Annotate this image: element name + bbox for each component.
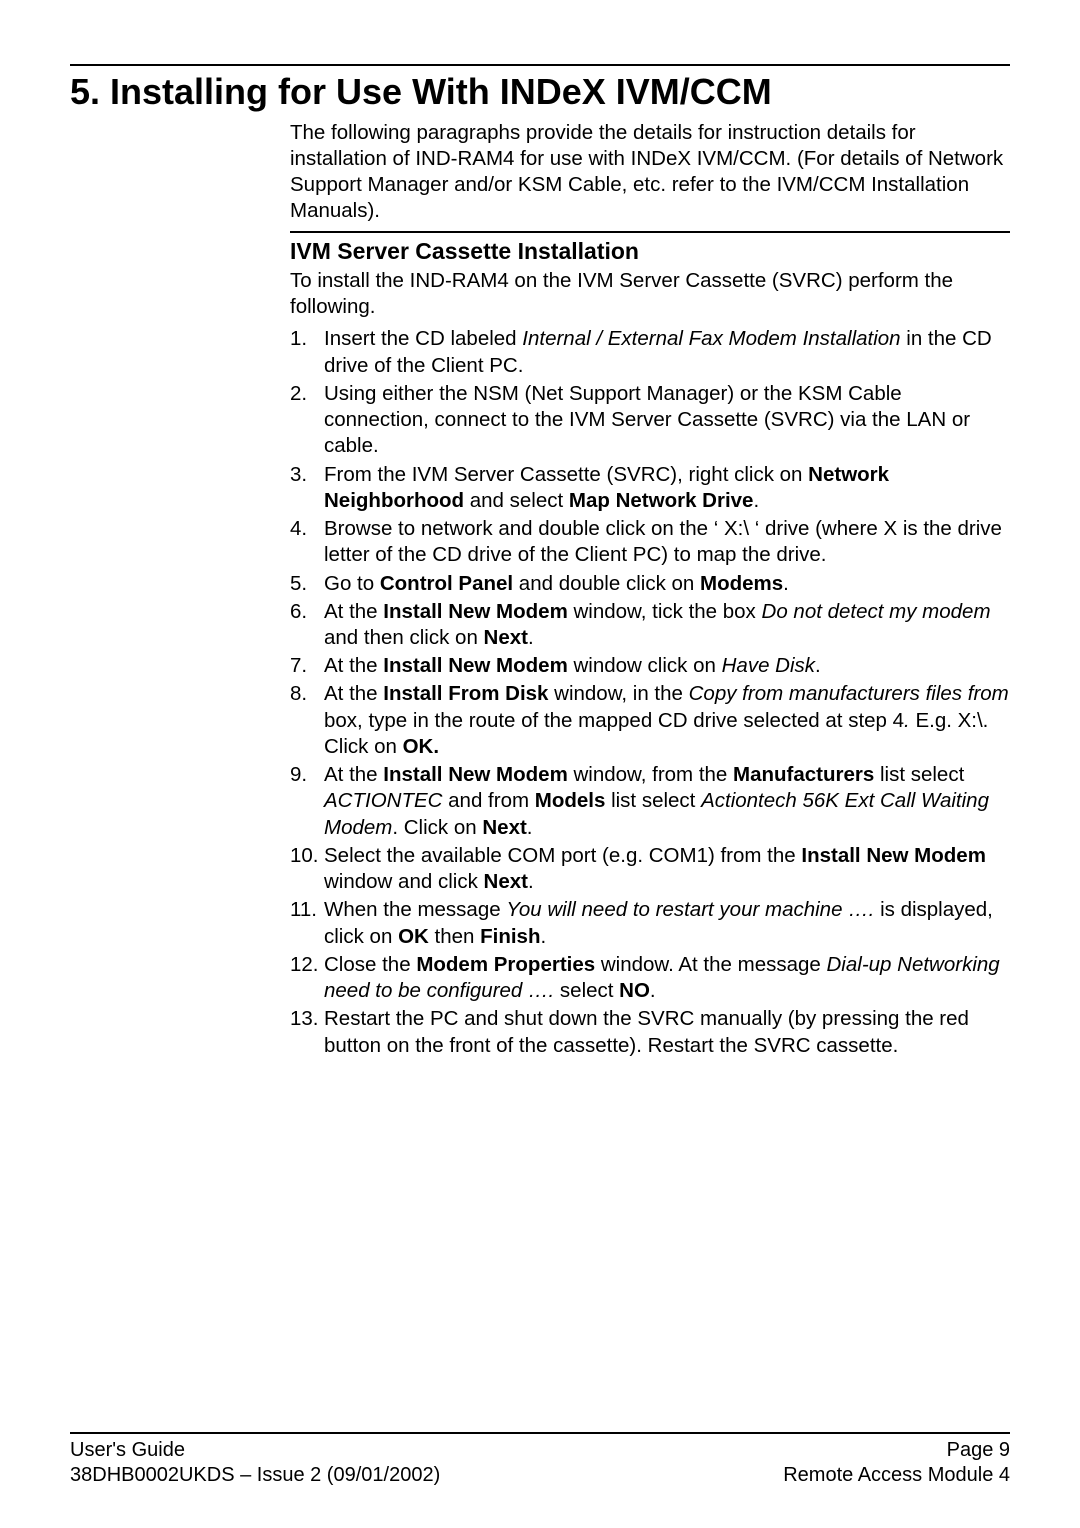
step-body: From the IVM Server Cassette (SVRC), rig… — [324, 462, 1010, 514]
step-item: 12.Close the Modem Properties window. At… — [290, 952, 1010, 1004]
content-area: The following paragraphs provide the det… — [290, 120, 1010, 1059]
step-body: At the Install New Modem window, tick th… — [324, 599, 1010, 651]
step-body: Restart the PC and shut down the SVRC ma… — [324, 1006, 1010, 1058]
step-item: 11.When the message You will need to res… — [290, 897, 1010, 949]
step-item: 5.Go to Control Panel and double click o… — [290, 571, 1010, 597]
step-body: At the Install From Disk window, in the … — [324, 681, 1010, 760]
step-number: 10. — [290, 843, 324, 869]
step-number: 5. — [290, 571, 324, 597]
step-item: 10.Select the available COM port (e.g. C… — [290, 843, 1010, 895]
step-item: 1.Insert the CD labeled Internal / Exter… — [290, 326, 1010, 378]
footer-users-guide: User's Guide — [70, 1438, 440, 1463]
step-number: 3. — [290, 462, 324, 488]
subheading: IVM Server Cassette Installation — [290, 237, 1010, 266]
step-number: 6. — [290, 599, 324, 625]
step-item: 4.Browse to network and double click on … — [290, 516, 1010, 568]
footer-right: Page 9 Remote Access Module 4 — [783, 1438, 1010, 1488]
step-item: 9.At the Install New Modem window, from … — [290, 762, 1010, 841]
sub-rule — [290, 231, 1010, 233]
step-body: Go to Control Panel and double click on … — [324, 571, 1010, 597]
footer-module-name: Remote Access Module 4 — [783, 1463, 1010, 1488]
step-number: 13. — [290, 1006, 324, 1032]
footer-left: User's Guide 38DHB0002UKDS – Issue 2 (09… — [70, 1438, 440, 1488]
step-body: At the Install New Modem window click on… — [324, 653, 1010, 679]
step-number: 2. — [290, 381, 324, 407]
step-body: Insert the CD labeled Internal / Externa… — [324, 326, 1010, 378]
step-body: Select the available COM port (e.g. COM1… — [324, 843, 1010, 895]
step-item: 6.At the Install New Modem window, tick … — [290, 599, 1010, 651]
top-rule — [70, 64, 1010, 66]
step-number: 12. — [290, 952, 324, 978]
step-number: 8. — [290, 681, 324, 707]
page-title: 5. Installing for Use With INDeX IVM/CCM — [70, 72, 1010, 112]
step-body: Browse to network and double click on th… — [324, 516, 1010, 568]
step-body: When the message You will need to restar… — [324, 897, 1010, 949]
step-number: 4. — [290, 516, 324, 542]
lead-paragraph: To install the IND-RAM4 on the IVM Serve… — [290, 268, 1010, 320]
intro-paragraph: The following paragraphs provide the det… — [290, 120, 1010, 225]
step-item: 2.Using either the NSM (Net Support Mana… — [290, 381, 1010, 460]
page-footer: User's Guide 38DHB0002UKDS – Issue 2 (09… — [70, 1432, 1010, 1488]
step-item: 3.From the IVM Server Cassette (SVRC), r… — [290, 462, 1010, 514]
step-body: Close the Modem Properties window. At th… — [324, 952, 1010, 1004]
step-number: 11. — [290, 897, 324, 923]
step-item: 8.At the Install From Disk window, in th… — [290, 681, 1010, 760]
step-item: 7.At the Install New Modem window click … — [290, 653, 1010, 679]
footer-doc-id: 38DHB0002UKDS – Issue 2 (09/01/2002) — [70, 1463, 440, 1488]
step-number: 1. — [290, 326, 324, 352]
step-body: At the Install New Modem window, from th… — [324, 762, 1010, 841]
steps-list: 1.Insert the CD labeled Internal / Exter… — [290, 326, 1010, 1058]
step-item: 13.Restart the PC and shut down the SVRC… — [290, 1006, 1010, 1058]
step-body: Using either the NSM (Net Support Manage… — [324, 381, 1010, 460]
footer-page-number: Page 9 — [783, 1438, 1010, 1463]
step-number: 9. — [290, 762, 324, 788]
step-number: 7. — [290, 653, 324, 679]
